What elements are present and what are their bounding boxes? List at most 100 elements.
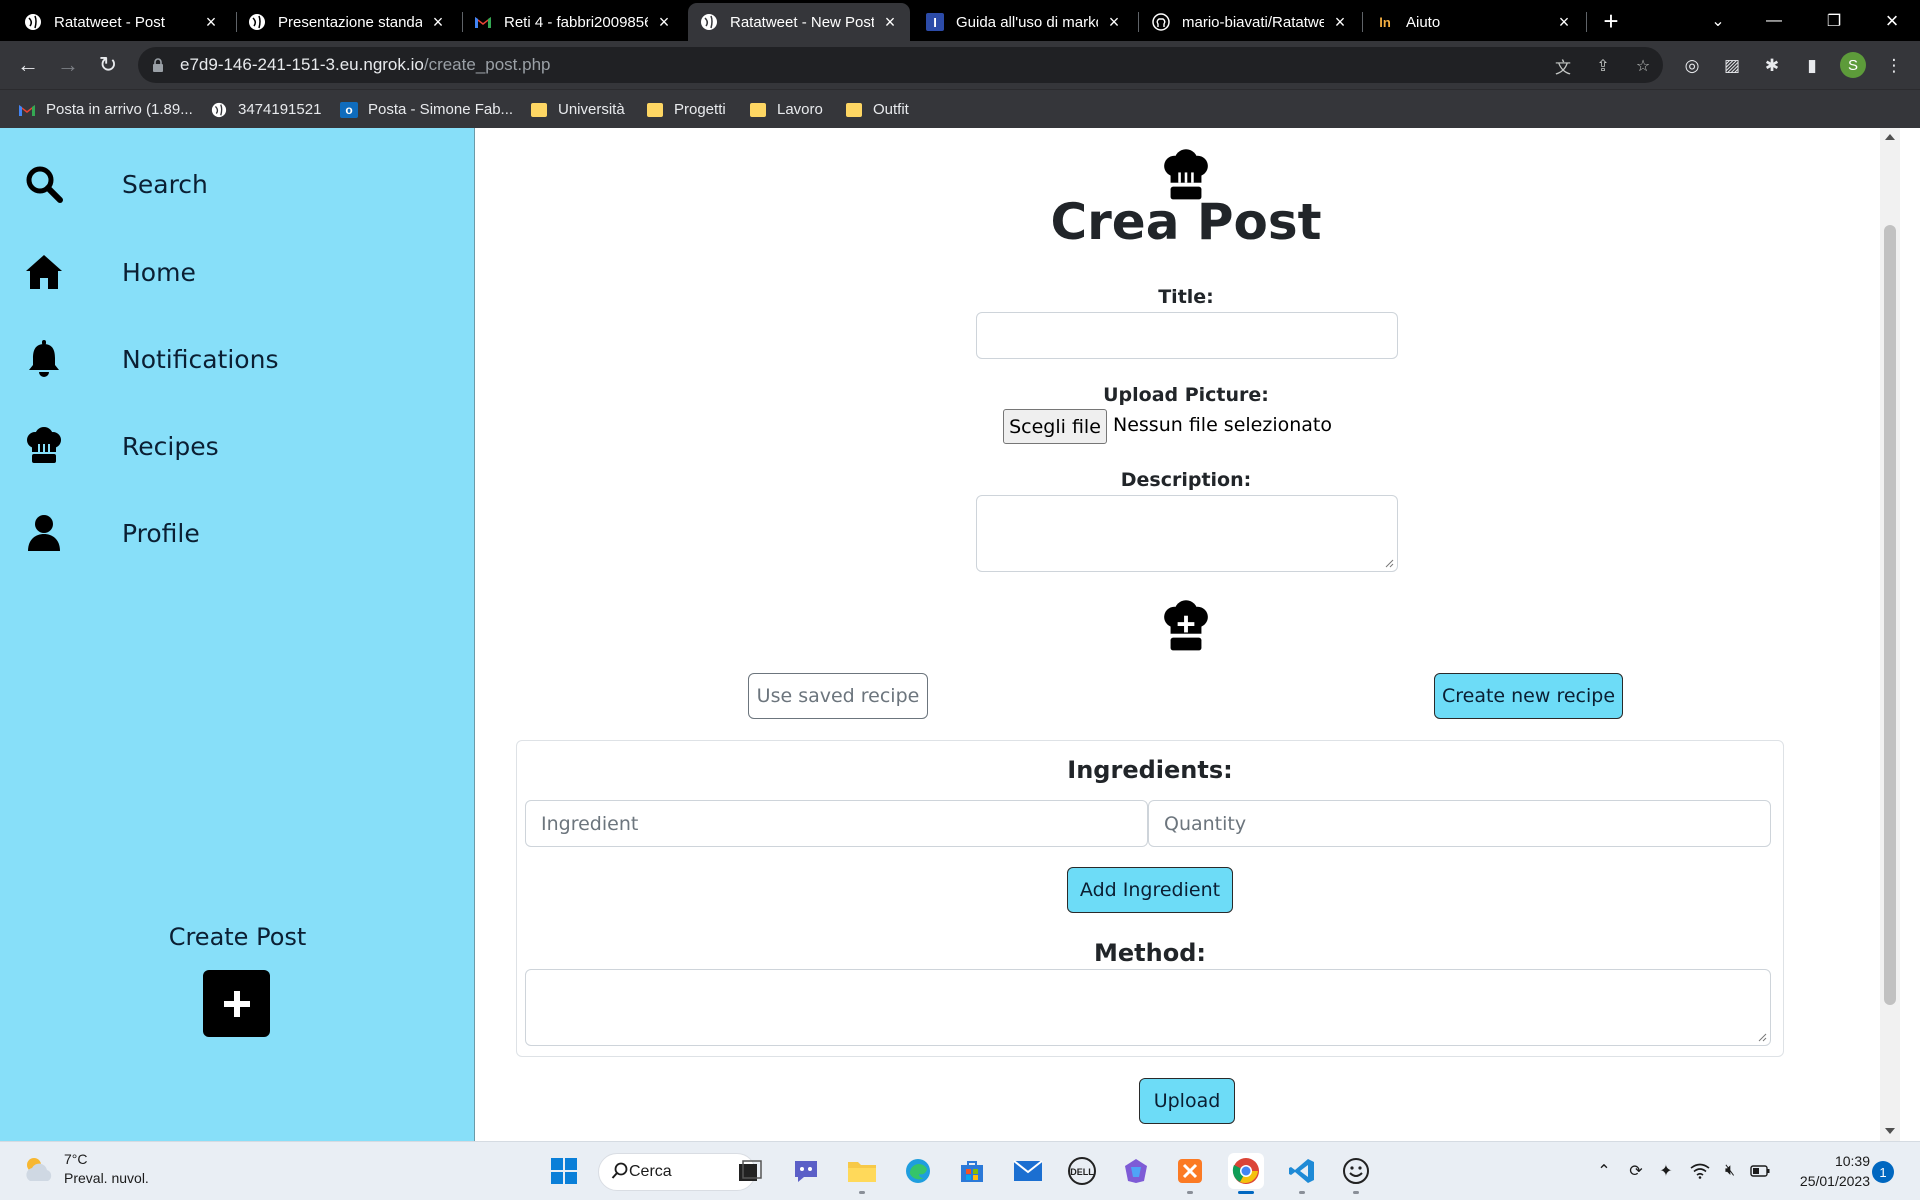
extension-g-icon[interactable]: ◎ xyxy=(1679,53,1705,79)
side-panel-icon[interactable]: ▮ xyxy=(1799,53,1825,79)
page-scrollbar[interactable] xyxy=(1880,128,1900,1141)
restore-icon[interactable]: ❐ xyxy=(1808,0,1860,41)
share-icon[interactable]: ⇪ xyxy=(1592,55,1614,77)
forward-arrow-icon[interactable]: → xyxy=(52,49,84,81)
scrollbar-thumb[interactable] xyxy=(1884,225,1896,1005)
folder-icon xyxy=(646,102,664,118)
translate-icon[interactable]: 文 xyxy=(1552,55,1574,77)
create-new-recipe-button[interactable]: Create new recipe xyxy=(1434,673,1623,719)
ms-store-icon[interactable] xyxy=(954,1153,990,1189)
gmail-icon xyxy=(18,102,36,118)
add-ingredient-button[interactable]: Add Ingredient xyxy=(1067,867,1233,913)
browser-tab[interactable]: I Guida all'uso di markdown × xyxy=(914,3,1134,41)
tab-search-chevron-icon[interactable]: ⌄ xyxy=(1692,0,1744,41)
scroll-up-icon[interactable] xyxy=(1885,134,1895,140)
reload-icon[interactable]: ↻ xyxy=(92,49,124,81)
user-icon xyxy=(24,513,64,553)
wifi-icon[interactable] xyxy=(1688,1154,1712,1188)
bookmark-folder[interactable]: Progetti xyxy=(646,90,726,129)
bell-icon xyxy=(24,339,64,379)
menu-dots-icon[interactable]: ⋮ xyxy=(1881,53,1907,79)
sidebar-item-profile[interactable]: Profile xyxy=(0,498,475,568)
bookmark-folder[interactable]: Outfit xyxy=(845,90,909,129)
task-view-icon[interactable] xyxy=(732,1153,768,1189)
start-button[interactable] xyxy=(546,1153,582,1189)
vscode-icon[interactable] xyxy=(1284,1153,1320,1194)
browser-tab[interactable]: ln Aiuto × xyxy=(1364,3,1584,41)
file-explorer-icon[interactable] xyxy=(844,1153,880,1194)
title-input[interactable] xyxy=(976,312,1398,359)
sync-icon[interactable]: ⟳ xyxy=(1624,1154,1648,1188)
browser-tab-active[interactable]: Ratatweet - New Post × xyxy=(688,3,910,41)
xampp-icon[interactable] xyxy=(1172,1153,1208,1194)
file-status-text: Nessun file selezionato xyxy=(1113,414,1332,436)
bookmark-folder[interactable]: Università xyxy=(530,90,625,129)
star-icon[interactable]: ☆ xyxy=(1632,55,1654,77)
close-window-icon[interactable]: × xyxy=(1866,0,1918,41)
battery-icon[interactable] xyxy=(1748,1154,1772,1188)
teams-chat-icon[interactable] xyxy=(788,1153,824,1189)
chrome-icon[interactable] xyxy=(1228,1153,1264,1194)
close-icon[interactable]: × xyxy=(656,12,672,32)
sidebar-item-recipes[interactable]: Recipes xyxy=(0,411,475,481)
weather-widget[interactable]: 7°C Preval. nuvol. xyxy=(22,1150,149,1188)
volume-muted-icon[interactable]: 🔇︎ xyxy=(1718,1154,1742,1188)
mail-icon[interactable] xyxy=(1010,1153,1046,1189)
browser-tab[interactable]: Presentazione standard × xyxy=(236,3,458,41)
dell-icon[interactable]: DELL xyxy=(1064,1153,1100,1189)
create-post-button[interactable] xyxy=(203,970,270,1037)
copilot-icon[interactable] xyxy=(1118,1153,1154,1189)
plus-icon xyxy=(223,990,250,1017)
sidebar-item-home[interactable]: Home xyxy=(0,237,475,307)
browser-tab[interactable]: Reti 4 - fabbri2009856 × xyxy=(462,3,684,41)
ingredient-input[interactable]: Ingredient xyxy=(525,800,1148,847)
notification-badge[interactable]: 1 xyxy=(1872,1161,1894,1183)
clock[interactable]: 10:39 25/01/2023 xyxy=(1786,1151,1870,1191)
bookmark-item[interactable]: o Posta - Simone Fab... xyxy=(340,90,513,129)
bookmark-item[interactable]: Posta in arrivo (1.89... xyxy=(18,90,193,129)
use-saved-recipe-button[interactable]: Use saved recipe xyxy=(748,673,928,719)
bookmark-folder[interactable]: Lavoro xyxy=(749,90,823,129)
tab-divider xyxy=(1138,12,1139,32)
home-icon xyxy=(24,252,64,292)
sidebar-item-notifications[interactable]: Notifications xyxy=(0,324,475,394)
minimize-icon[interactable]: — xyxy=(1748,0,1800,41)
address-bar[interactable]: e7d9-146-241-151-3.eu.ngrok.io/create_po… xyxy=(138,47,1663,83)
quantity-input[interactable]: Quantity xyxy=(1148,800,1771,847)
search-icon xyxy=(611,1162,629,1185)
choose-file-button[interactable]: Scegli file xyxy=(1003,409,1107,444)
tab-divider xyxy=(1362,12,1363,32)
edge-browser-icon[interactable] xyxy=(900,1153,936,1189)
scroll-down-icon[interactable] xyxy=(1885,1128,1895,1134)
new-tab-button[interactable]: + xyxy=(1596,6,1626,36)
close-icon[interactable]: × xyxy=(1556,12,1572,32)
sidebar-item-label: Search xyxy=(122,169,208,199)
temperature: 7°C xyxy=(64,1151,88,1167)
resize-grip-icon[interactable] xyxy=(1757,1032,1767,1042)
browser-tab[interactable]: Ratatweet - Post × xyxy=(12,3,231,41)
close-icon[interactable]: × xyxy=(882,12,898,32)
outlook-icon: o xyxy=(340,101,358,118)
sidebar-item-search[interactable]: Search xyxy=(0,149,475,219)
description-textarea[interactable] xyxy=(976,495,1398,572)
emoji-app-icon[interactable] xyxy=(1338,1153,1374,1194)
back-arrow-icon[interactable]: ← xyxy=(12,49,44,81)
svg-text:DELL: DELL xyxy=(1070,1167,1094,1177)
close-icon[interactable]: × xyxy=(1332,12,1348,32)
resize-grip-icon[interactable] xyxy=(1384,558,1394,568)
chevron-up-icon[interactable]: ⌃ xyxy=(1592,1154,1616,1188)
browser-tab[interactable]: mario-biavati/Ratatweet × xyxy=(1140,3,1360,41)
method-textarea[interactable] xyxy=(525,969,1771,1046)
help-icon: ln xyxy=(1379,14,1391,30)
close-icon[interactable]: × xyxy=(203,12,219,32)
dropbox-icon[interactable]: ✦ xyxy=(1654,1154,1678,1188)
gmail-icon xyxy=(474,13,492,31)
extension-lightning-icon[interactable]: ▨ xyxy=(1719,53,1745,79)
close-icon[interactable]: × xyxy=(1106,12,1122,32)
puzzle-icon[interactable]: ✱ xyxy=(1759,53,1785,79)
close-icon[interactable]: × xyxy=(430,12,446,32)
upload-button[interactable]: Upload xyxy=(1139,1078,1235,1124)
avatar[interactable]: S xyxy=(1840,52,1866,78)
bookmark-item[interactable]: 3474191521 xyxy=(210,90,321,129)
page-viewport: Search Home Notifications Recipes Profil… xyxy=(0,128,1920,1141)
